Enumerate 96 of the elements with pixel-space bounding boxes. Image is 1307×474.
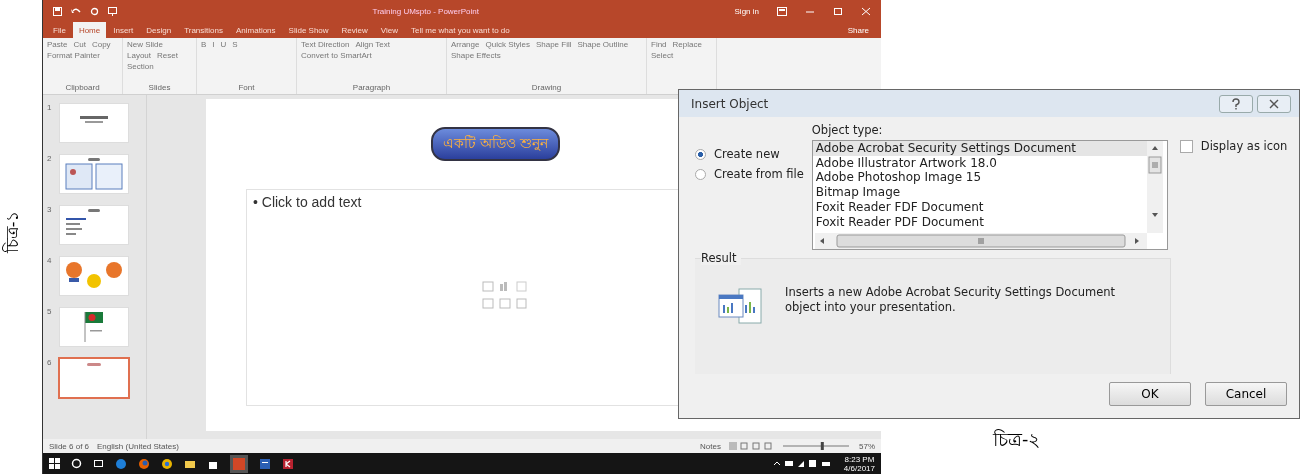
group-label: Slides (147, 83, 172, 93)
ribbon-tab[interactable]: Insert (107, 22, 140, 38)
group-label: Result (701, 251, 741, 265)
undo-icon[interactable] (71, 6, 81, 16)
maximize-icon[interactable] (833, 6, 843, 16)
ribbon-button[interactable]: Paste (47, 40, 68, 50)
figure-caption: চিত্র-১ (1, 210, 24, 254)
browser-icon[interactable] (161, 457, 173, 470)
slide-number: 4 (47, 256, 53, 265)
group-label: Paragraph (351, 83, 392, 93)
ribbon-options-icon[interactable] (777, 6, 787, 16)
browser-icon[interactable] (115, 457, 127, 470)
browser-icon[interactable] (138, 457, 150, 470)
window-title: Training UMspto - PowerPoint (371, 6, 480, 16)
ribbon-button[interactable]: Format Painter (47, 51, 100, 61)
ribbon-button[interactable]: Shape Effects (451, 51, 501, 61)
ribbon-button[interactable]: Cut (73, 40, 86, 50)
placeholder-text: • Click to add text (253, 194, 362, 210)
ribbon-tab[interactable]: Animations (230, 22, 282, 38)
close-icon (1269, 98, 1279, 109)
group-label: Drawing (530, 83, 563, 93)
slide-number: 2 (47, 154, 53, 163)
ribbon-button[interactable]: Reset (157, 51, 178, 61)
help-button[interactable] (1219, 94, 1253, 113)
ribbon-tab[interactable]: Slide Show (282, 22, 335, 38)
horizontal-scrollbar[interactable] (814, 233, 1147, 249)
ok-button[interactable]: OK (1109, 382, 1191, 406)
clock-date: 4/6/2017 (843, 463, 875, 473)
ribbon-button[interactable]: B (201, 40, 207, 50)
ribbon-button[interactable]: Copy (91, 40, 111, 50)
group-label: Font (237, 83, 256, 93)
powerpoint-app-icon[interactable] (230, 454, 248, 473)
close-button[interactable] (1257, 94, 1291, 113)
ribbon-tab[interactable]: Transitions (178, 22, 229, 38)
cancel-button[interactable]: Cancel (1205, 382, 1287, 406)
ribbon-button[interactable]: Replace (672, 40, 702, 50)
radio-option[interactable]: Create new (695, 147, 804, 161)
display-as-icon-checkbox[interactable]: Display as icon (1179, 123, 1288, 153)
ribbon-button[interactable]: S (232, 40, 238, 50)
slide-title-button[interactable]: একটি অডিও শুনুন (431, 127, 560, 161)
search-icon[interactable] (71, 458, 82, 469)
ribbon-tab[interactable]: Design (140, 22, 178, 38)
zoom-slider-thumb[interactable] (820, 442, 824, 450)
figure-caption: চিত্র-২ (993, 428, 1041, 452)
ribbon-button[interactable]: Text Direction (301, 40, 350, 50)
insert-content-icons-drawing (481, 280, 529, 312)
ribbon-tab[interactable]: View (374, 22, 405, 38)
slide-number: 3 (47, 205, 53, 214)
group-label: Clipboard (64, 83, 101, 93)
list-item[interactable]: Adobe Acrobat Security Settings Document (812, 141, 1147, 156)
ribbon-tab[interactable]: File (47, 22, 72, 38)
sign-in-link[interactable]: Sign in (734, 6, 759, 16)
notes-button[interactable]: Notes (700, 441, 721, 451)
list-label: Object type: (811, 123, 884, 137)
ribbon-button[interactable]: Section (127, 62, 154, 72)
ribbon-button[interactable]: Convert to SmartArt (301, 51, 372, 61)
ribbon-button[interactable]: Layout (127, 51, 152, 61)
list-item[interactable]: Adobe Photoshop Image 15 (812, 170, 1147, 186)
clock-time: 8:23 PM (844, 454, 875, 464)
slide-thumbnail[interactable] (59, 358, 129, 398)
radio-option[interactable]: Create from file (695, 167, 804, 181)
status-text: Slide 6 of 6 (49, 441, 90, 451)
document-app-icon[interactable] (259, 457, 271, 470)
ribbon-button[interactable]: New Slide (127, 40, 163, 50)
ribbon-button[interactable]: Shape Outline (577, 40, 629, 50)
ribbon-button[interactable]: Select (651, 51, 674, 61)
question-mark-icon (1231, 97, 1241, 110)
ribbon-button[interactable]: I (212, 40, 215, 50)
system-tray-icons-drawing[interactable] (772, 459, 833, 468)
view-buttons-icon[interactable] (729, 442, 773, 450)
start-icon[interactable] (49, 458, 60, 469)
task-view-icon[interactable] (93, 458, 104, 469)
zoom-level[interactable]: 57% (859, 441, 875, 451)
documents-chart-icon (717, 285, 765, 325)
slide-number: 1 (47, 103, 53, 112)
tell-me-search[interactable]: Tell me what you want to do (411, 25, 847, 35)
ribbon-button[interactable]: Align Text (355, 40, 390, 50)
ribbon-tab[interactable]: Home (72, 22, 107, 38)
vertical-scrollbar[interactable] (1146, 141, 1163, 233)
slide-number: 5 (47, 307, 53, 316)
presentation-icon[interactable] (108, 6, 117, 16)
close-icon[interactable] (861, 6, 871, 16)
share-button[interactable]: Share (847, 25, 869, 35)
app-k-icon[interactable] (282, 457, 294, 470)
ribbon-button[interactable]: Find (651, 40, 667, 50)
slide-number: 6 (47, 358, 53, 367)
save-icon[interactable] (53, 6, 62, 16)
status-text: English (United States) (97, 441, 179, 451)
ribbon-button[interactable]: Shape Fill (535, 40, 572, 50)
ribbon-tab[interactable]: Review (335, 22, 374, 38)
object-type-list[interactable]: Adobe Acrobat Security Settings Document Adobe Illustrator Artwork 18.0 Adobe Photoshop Image 15 Bitmap Image Foxit Reader FDF Document Foxit Reader PDF Document (811, 140, 1168, 250)
ribbon-button[interactable]: U (220, 40, 227, 50)
ribbon-button[interactable]: Quick Styles (485, 40, 530, 50)
dialog-title: Insert Object (691, 96, 769, 111)
ribbon-button[interactable]: Arrange (451, 40, 480, 50)
list-item[interactable]: Adobe Illustrator Artwork 18.0 (812, 155, 1147, 171)
